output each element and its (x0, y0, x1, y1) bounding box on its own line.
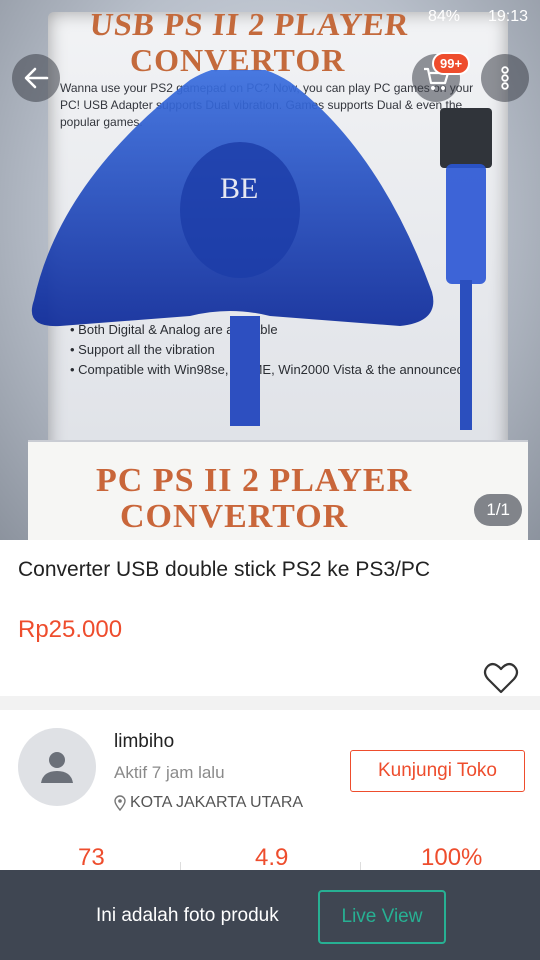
product-title: Converter USB double stick PS2 ke PS3/PC (18, 558, 431, 581)
shop-location-text: KOTA JAKARTA UTARA (130, 794, 304, 811)
status-bar: 84% 19:13 (0, 0, 540, 34)
visit-shop-button[interactable]: Kunjungi Toko (350, 750, 525, 792)
bottom-bar-text: Ini adalah foto produk (96, 905, 279, 926)
shop-stat-chat-rate: 100% (421, 844, 483, 871)
user-icon (41, 752, 73, 783)
more-options-button[interactable] (481, 54, 529, 102)
shop-avatar[interactable] (18, 728, 96, 806)
cart-badge: 99+ (432, 52, 471, 75)
section-divider (0, 696, 540, 710)
location-pin-icon (114, 795, 126, 811)
box-text-bottom: PC PS II 2 PLAYER (96, 462, 413, 499)
shop-active-status: Aktif 7 jam lalu (114, 763, 225, 782)
back-button[interactable] (12, 54, 60, 102)
live-view-button[interactable]: Live View (318, 890, 446, 944)
product-price: Rp25.000 (18, 616, 123, 643)
clock: 19:13 (487, 8, 528, 25)
device-label: BE (220, 172, 258, 205)
shop-stat-rating: 4.9 (255, 844, 289, 871)
more-vertical-icon (501, 66, 509, 90)
shop-location: KOTA JAKARTA UTARA (114, 794, 303, 812)
converter-device-illustration: BE (31, 70, 434, 426)
shop-name[interactable]: limbiho (114, 731, 174, 753)
battery-percent: 84% (427, 8, 460, 25)
shop-stat-products: 73 (78, 844, 105, 871)
box-text-bottom2: CONVERTOR (120, 498, 349, 535)
usb-plug-illustration (440, 108, 492, 430)
image-counter: 1/1 (474, 494, 522, 526)
heart-icon[interactable] (482, 660, 520, 696)
arrow-left-icon (24, 67, 49, 89)
